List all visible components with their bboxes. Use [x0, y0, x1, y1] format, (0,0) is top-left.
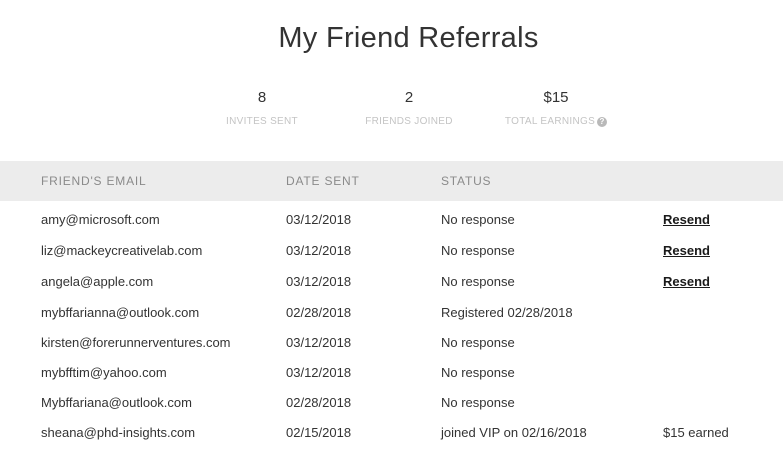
resend-link[interactable]: Resend — [663, 201, 710, 231]
table-row: Mybffariana@outlook.com 02/28/2018 No re… — [0, 384, 783, 414]
table-row: sheana@phd-insights.com 02/15/2018 joine… — [0, 414, 783, 444]
email-cell: mybfftim@yahoo.com — [41, 365, 167, 380]
date-cell: 02/15/2018 — [286, 425, 352, 440]
email-cell: angela@apple.com — [41, 274, 154, 289]
email-cell: mybffarianna@outlook.com — [41, 305, 200, 320]
status-cell: No response — [441, 274, 515, 289]
column-header-email: FRIEND'S EMAIL — [41, 174, 147, 188]
status-cell: joined VIP on 02/16/2018 — [441, 425, 587, 440]
stat-label: INVITES SENT — [226, 116, 298, 127]
resend-link[interactable]: Resend — [663, 263, 710, 293]
table-header: FRIEND'S EMAIL DATE SENT STATUS — [0, 161, 783, 201]
date-cell: 03/12/2018 — [286, 243, 352, 258]
column-header-status: STATUS — [441, 174, 492, 188]
table-row: kirsten@forerunnerventures.com 03/12/201… — [0, 324, 783, 354]
stat-label: FRIENDS JOINED — [365, 116, 453, 127]
stats-summary: 8 INVITES SENT 2 FRIENDS JOINED $15 TOTA… — [0, 88, 783, 138]
stat-friends-joined: 2 FRIENDS JOINED — [334, 88, 484, 127]
email-cell: sheana@phd-insights.com — [41, 425, 196, 440]
email-cell: kirsten@forerunnerventures.com — [41, 335, 231, 350]
date-cell: 03/12/2018 — [286, 212, 352, 227]
stat-invites-sent: 8 INVITES SENT — [187, 88, 337, 127]
status-cell: No response — [441, 395, 515, 410]
resend-link[interactable]: Resend — [663, 232, 710, 262]
help-icon[interactable]: ? — [597, 117, 608, 127]
date-cell: 02/28/2018 — [286, 395, 352, 410]
email-cell: Mybffariana@outlook.com — [41, 395, 192, 410]
date-cell: 03/12/2018 — [286, 274, 352, 289]
status-cell: No response — [441, 243, 515, 258]
date-cell: 03/12/2018 — [286, 335, 352, 350]
table-row: angela@apple.com 03/12/2018 No response … — [0, 263, 783, 293]
status-cell: No response — [441, 365, 515, 380]
column-header-date: DATE SENT — [286, 174, 360, 188]
status-cell: No response — [441, 212, 515, 227]
page-title: My Friend Referrals — [278, 22, 539, 54]
earned-amount: $15 earned — [663, 425, 729, 440]
status-cell: Registered 02/28/2018 — [441, 305, 573, 320]
table-row: mybffarianna@outlook.com 02/28/2018 Regi… — [0, 294, 783, 324]
status-cell: No response — [441, 335, 515, 350]
stat-total-earnings: $15 TOTAL EARNINGS? — [481, 88, 631, 127]
stat-value: $15 — [543, 89, 569, 106]
table-row: liz@mackeycreativelab.com 03/12/2018 No … — [0, 232, 783, 262]
email-cell: amy@microsoft.com — [41, 212, 160, 227]
stat-label-wrap: TOTAL EARNINGS? — [481, 116, 631, 127]
stat-label: TOTAL EARNINGS — [504, 116, 596, 127]
stat-value: 8 — [257, 89, 267, 106]
table-row: mybfftim@yahoo.com 03/12/2018 No respons… — [0, 354, 783, 384]
date-cell: 02/28/2018 — [286, 305, 352, 320]
email-cell: liz@mackeycreativelab.com — [41, 243, 203, 258]
stat-value: 2 — [404, 89, 414, 106]
date-cell: 03/12/2018 — [286, 365, 352, 380]
referrals-page: My Friend Referrals 8 INVITES SENT 2 FRI… — [0, 0, 783, 476]
table-row: amy@microsoft.com 03/12/2018 No response… — [0, 201, 783, 231]
